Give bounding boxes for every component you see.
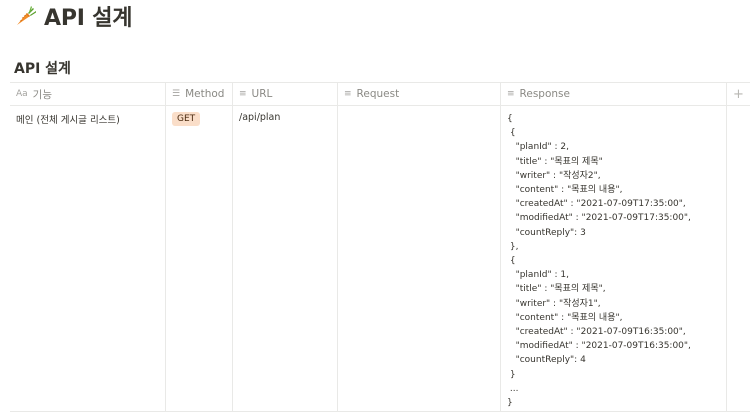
cell-feature[interactable]: 메인 (전체 게시글 리스트)	[10, 106, 166, 411]
cell-empty	[727, 106, 750, 411]
cell-request[interactable]	[338, 106, 501, 411]
text-icon: ≡	[344, 89, 352, 99]
column-header-label: Response	[519, 88, 570, 100]
column-header-label: Request	[356, 88, 400, 100]
column-header-request[interactable]: ≡ Request	[338, 83, 501, 105]
cell-response[interactable]: { { "planId" : 2, "title" : "목표의 제목" "wr…	[501, 106, 727, 411]
database-table: Aa 기능 ☰ Method ≡ URL ≡ Request ≡ Respons…	[10, 82, 750, 412]
text-icon: ≡	[239, 89, 247, 99]
table-row[interactable]: 메인 (전체 게시글 리스트) GET /api/plan { { "planI…	[10, 106, 750, 412]
column-header-method[interactable]: ☰ Method	[166, 83, 233, 105]
column-header-response[interactable]: ≡ Response	[501, 83, 727, 105]
method-tag: GET	[172, 112, 201, 126]
column-header-label: URL	[251, 88, 273, 100]
table-header-row: Aa 기능 ☰ Method ≡ URL ≡ Request ≡ Respons…	[10, 82, 750, 106]
database-title: API 설계	[14, 61, 71, 77]
page-header: API 설계	[14, 0, 132, 32]
column-header-url[interactable]: ≡ URL	[233, 83, 338, 105]
column-header-label: Method	[185, 88, 225, 100]
cell-method[interactable]: GET	[166, 106, 233, 411]
title-icon: Aa	[16, 89, 28, 99]
cell-url[interactable]: /api/plan	[233, 106, 338, 411]
response-json: { { "planId" : 2, "title" : "목표의 제목" "wr…	[507, 114, 691, 409]
page-title: API 설계	[44, 6, 133, 31]
column-header-label: 기능	[32, 88, 52, 101]
plus-icon: +	[733, 86, 744, 102]
text-icon: ≡	[507, 89, 515, 99]
list-icon: ☰	[172, 89, 181, 99]
column-header-feature[interactable]: Aa 기능	[10, 83, 166, 105]
carrot-icon	[17, 6, 36, 25]
add-column-button[interactable]: +	[727, 83, 750, 105]
